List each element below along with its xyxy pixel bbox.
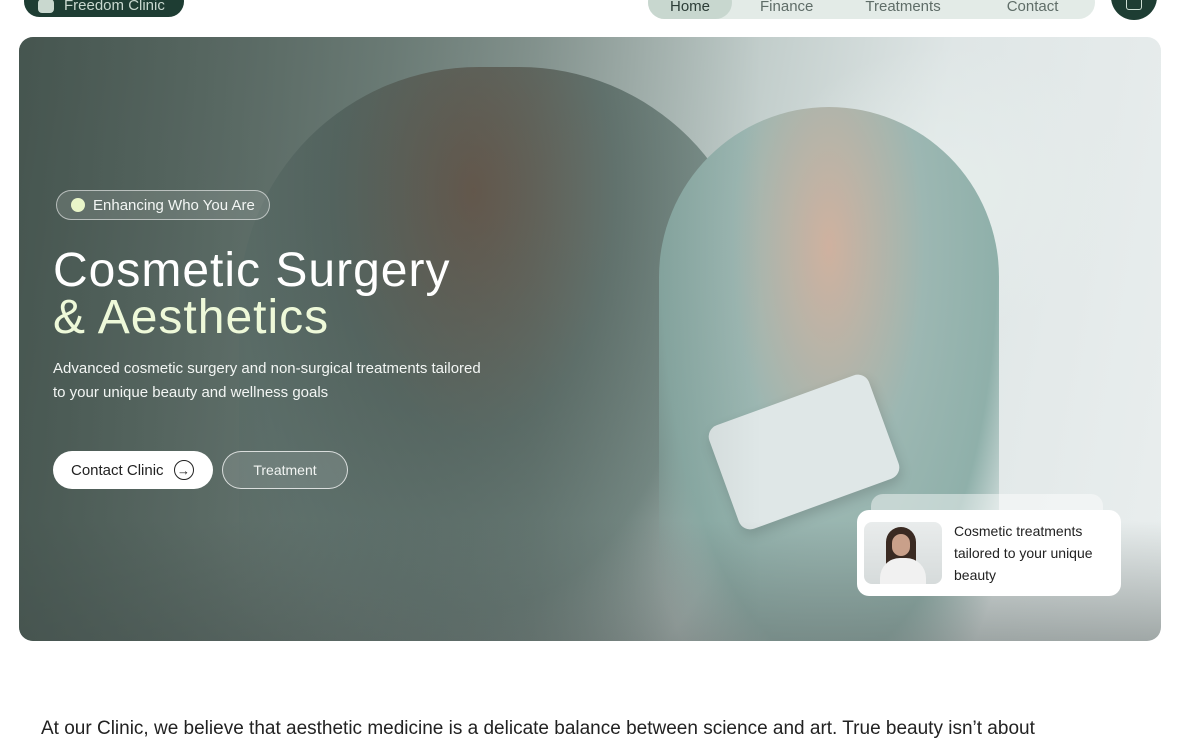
nav-item-finance[interactable]: Finance (760, 0, 813, 15)
nav-item-contact[interactable]: Contact (1007, 0, 1059, 15)
contact-clinic-button[interactable]: Contact Clinic → (53, 451, 213, 489)
main-nav: Home Finance Treatments Contact (648, 0, 1095, 19)
intro-paragraph: At our Clinic, we believe that aesthetic… (41, 718, 1035, 739)
treatment-label: Treatment (253, 462, 317, 478)
headline-line-2: & Aesthetics (53, 291, 330, 344)
clinic-logo-icon (38, 0, 54, 13)
nav-item-treatments[interactable]: Treatments (865, 0, 940, 15)
brand-logo-button[interactable]: Freedom Clinic (24, 0, 184, 17)
shopping-bag-icon (1126, 0, 1142, 10)
tagline-text: Enhancing Who You Are (93, 196, 255, 214)
brand-name: Freedom Clinic (64, 0, 165, 14)
treatment-card[interactable]: Cosmetic treatments tailored to your uni… (857, 510, 1121, 596)
card-text: Cosmetic treatments tailored to your uni… (954, 523, 1093, 583)
dot-icon (71, 198, 85, 212)
hero-headline: Cosmetic Surgery & Aesthetics (53, 244, 451, 344)
headline-line-1: Cosmetic Surgery (53, 244, 451, 297)
arrow-right-circle-icon: → (173, 460, 194, 480)
card-thumbnail-image (864, 522, 942, 584)
contact-clinic-label: Contact Clinic (71, 461, 164, 479)
treatment-button[interactable]: Treatment (222, 451, 348, 489)
hero-subtext: Advanced cosmetic surgery and non-surgic… (53, 360, 481, 401)
nav-item-home[interactable]: Home (648, 0, 733, 19)
hero-banner: Enhancing Who You Are Cosmetic Surgery &… (19, 37, 1161, 641)
cart-button[interactable] (1111, 0, 1157, 20)
tagline-badge: Enhancing Who You Are (56, 190, 270, 220)
